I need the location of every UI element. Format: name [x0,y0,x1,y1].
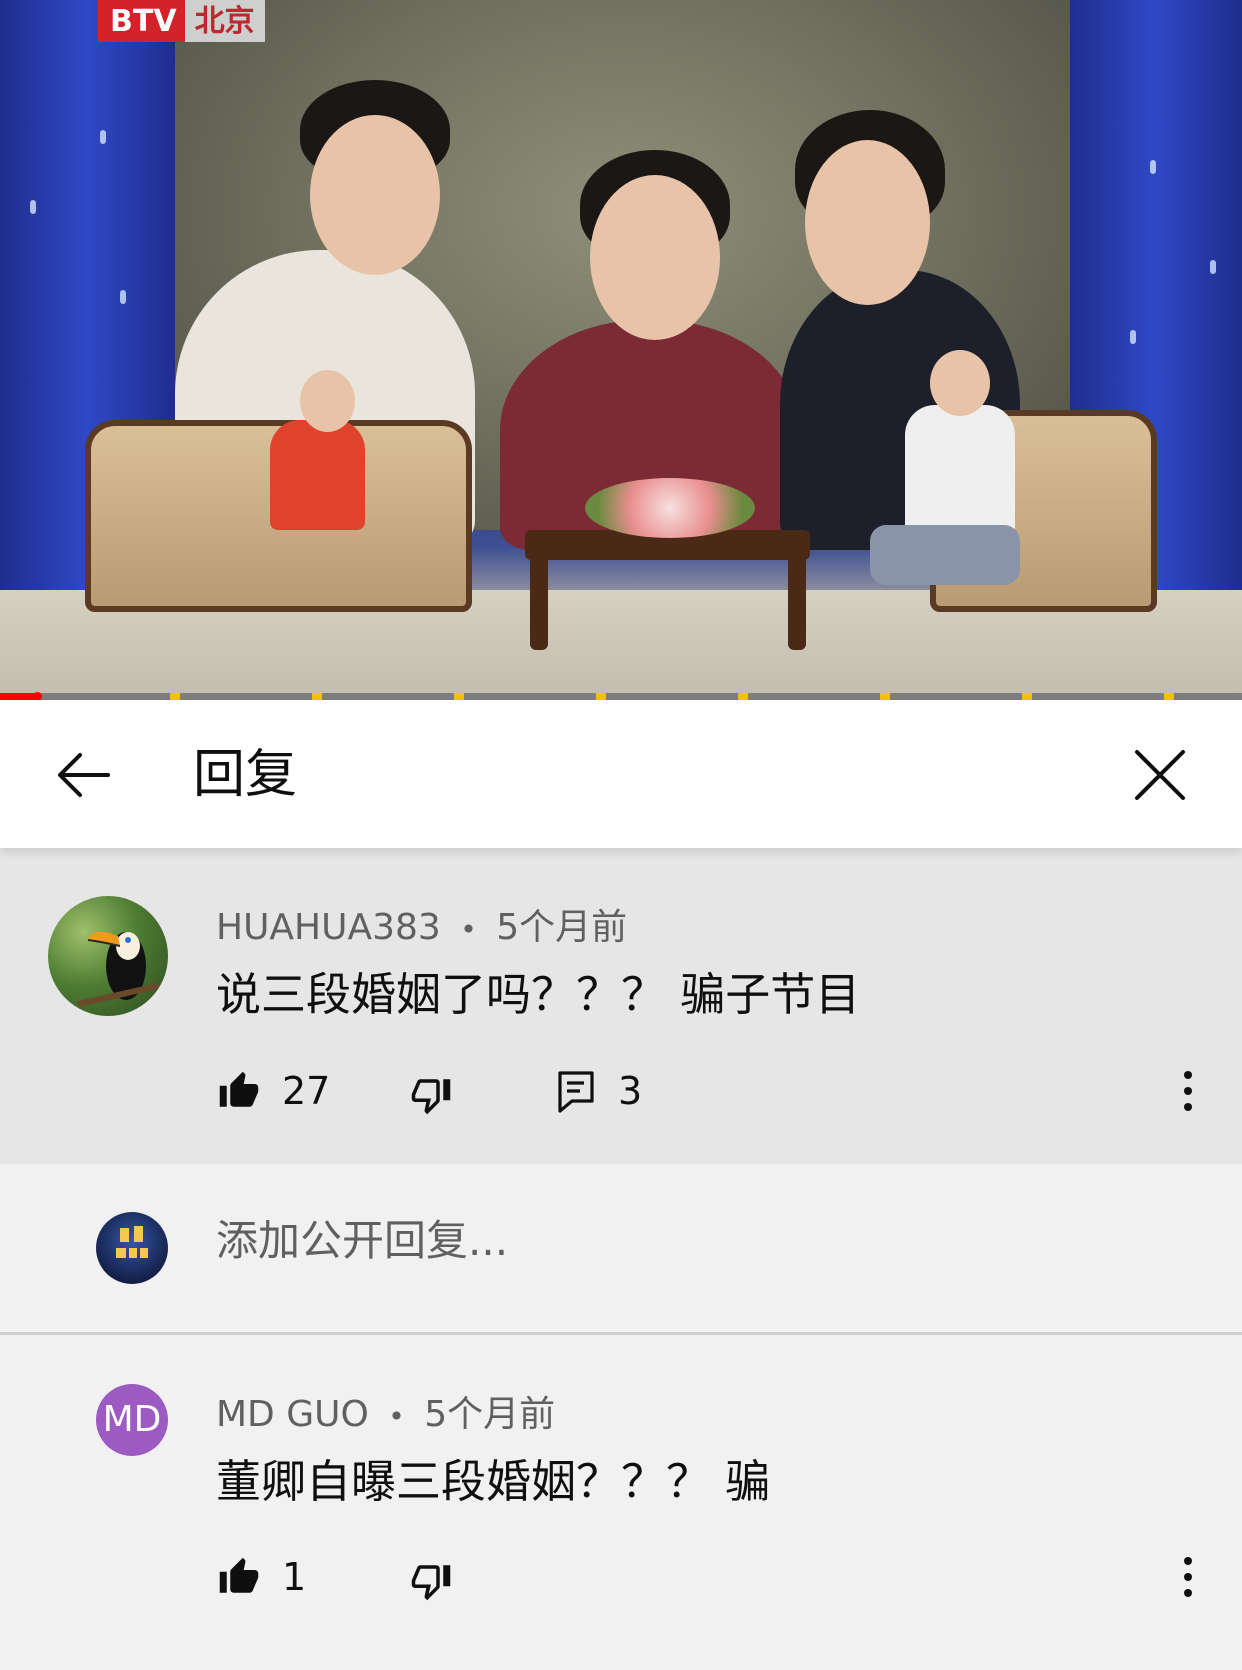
photo-face [310,115,440,275]
photo-face [590,175,720,340]
replies-header: 回复 [0,700,1242,848]
more-vert-icon [1184,1071,1192,1111]
dislike-button[interactable] [410,1556,452,1606]
guest-jeans [870,525,1020,585]
stage-light [30,200,36,214]
meta-separator: • [388,1399,405,1433]
chapter-marker [1022,693,1032,700]
close-icon [1135,750,1185,800]
comment-icon [558,1071,594,1113]
header-title: 回复 [193,745,298,805]
photo-face [805,140,930,305]
comment-meta: HUAHUA383 • 5个月前 [216,898,627,950]
guest-face [930,350,990,416]
arrow-left-icon [58,753,110,797]
stage-light [1210,260,1216,274]
chapter-marker [1164,693,1174,700]
stage-light [1130,330,1136,344]
flower-vase [585,478,755,538]
stage-light [1150,160,1156,174]
channel-logo-btv: BTV [98,0,185,42]
dislike-button[interactable] [410,1070,452,1120]
chapter-marker [454,693,464,700]
reply-time: 5个月前 [424,1394,556,1435]
video-scrubber-handle[interactable] [33,692,43,700]
video-progress-fill [0,693,38,700]
video-progress-bar[interactable] [0,692,1242,700]
stage-light [100,130,106,144]
toucan-icon [77,931,159,1007]
chapter-marker [596,693,606,700]
chapter-marker [880,693,890,700]
reply-text: 董卿自曝三段婚姻？？？ 骗 [216,1455,771,1508]
avatar[interactable]: MD [96,1384,168,1456]
thumbs-down-icon [411,1565,451,1601]
add-reply-row [0,1164,1242,1335]
reply-count: 3 [618,1069,643,1113]
reply-author[interactable]: MD GUO [216,1394,369,1435]
thumbs-up-icon [219,1557,259,1593]
more-vert-icon [1184,1557,1192,1597]
close-button[interactable] [1125,740,1195,810]
reply-input[interactable] [216,1216,1116,1265]
table-leg [788,555,806,650]
more-options-button[interactable] [1178,1066,1198,1116]
chapter-marker [312,693,322,700]
meta-separator: • [460,912,477,946]
reply-meta: MD GUO • 5个月前 [216,1385,555,1437]
thumbs-up-icon [219,1071,259,1107]
like-count: 1 [282,1555,307,1599]
parent-comment: HUAHUA383 • 5个月前 说三段婚姻了吗？？？ 骗子节目 27 3 [0,848,1242,1164]
more-options-button[interactable] [1178,1552,1198,1602]
channel-avatar-icon [116,1226,148,1258]
my-avatar[interactable] [96,1212,168,1284]
reply-comment: MD MD GUO • 5个月前 董卿自曝三段婚姻？？？ 骗 1 [0,1335,1242,1670]
like-button[interactable]: 27 [218,1066,330,1116]
like-count: 27 [282,1069,331,1113]
back-button[interactable] [50,740,120,810]
channel-logo: BTV 北京 [98,0,265,42]
comment-time: 5个月前 [496,907,628,948]
like-button[interactable]: 1 [218,1552,306,1602]
stage-light [120,290,126,304]
video-player[interactable]: BTV 北京 [0,0,1242,700]
thumbs-down-icon [411,1079,451,1115]
reply-count-button[interactable]: 3 [556,1066,642,1116]
host-face [300,370,355,432]
host-woman [270,420,365,530]
chapter-marker [170,693,180,700]
chapter-marker [738,693,748,700]
table-leg [530,555,548,650]
comment-text: 说三段婚姻了吗？？？ 骗子节目 [216,968,861,1021]
comment-author[interactable]: HUAHUA383 [216,907,441,948]
avatar[interactable] [48,896,168,1016]
channel-logo-beijing: 北京 [184,0,265,42]
guest-man [905,405,1015,535]
